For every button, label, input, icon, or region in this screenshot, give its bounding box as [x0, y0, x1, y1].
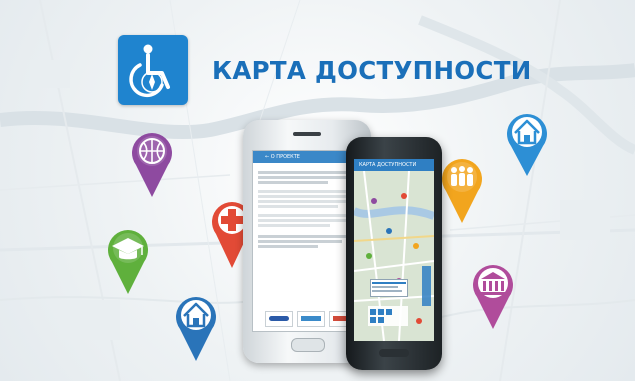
house-pin-icon[interactable] [503, 108, 551, 178]
info-popup[interactable] [370, 279, 408, 297]
house-pin-icon[interactable] [172, 291, 220, 363]
phone-screen: КАРТА ДОСТУПНОСТИ [354, 159, 434, 341]
partner-logo [297, 311, 325, 327]
graduation-cap-pin-icon[interactable] [104, 224, 152, 296]
home-button[interactable] [291, 338, 325, 352]
mini-map[interactable] [354, 170, 434, 341]
title-block: КАРТА ДОСТУПНОСТИ [118, 35, 532, 105]
phone-speaker [293, 132, 321, 136]
dark-phone: КАРТА ДОСТУПНОСТИ [346, 137, 442, 370]
museum-pin-icon[interactable] [469, 259, 517, 331]
screen-header[interactable]: КАРТА ДОСТУПНОСТИ [354, 159, 434, 171]
basketball-pin-icon[interactable] [128, 127, 176, 199]
partner-logo [265, 311, 293, 327]
body-text-block [258, 169, 358, 250]
people-pin-icon[interactable] [438, 153, 486, 225]
page-title: КАРТА ДОСТУПНОСТИ [212, 55, 532, 85]
wheelchair-compass-icon [118, 35, 188, 105]
home-button[interactable] [379, 349, 409, 357]
promo-canvas: КАРТА ДОСТУПНОСТИ ← О ПРОЕКТЕ КАРТА ДОСТ… [0, 0, 635, 381]
